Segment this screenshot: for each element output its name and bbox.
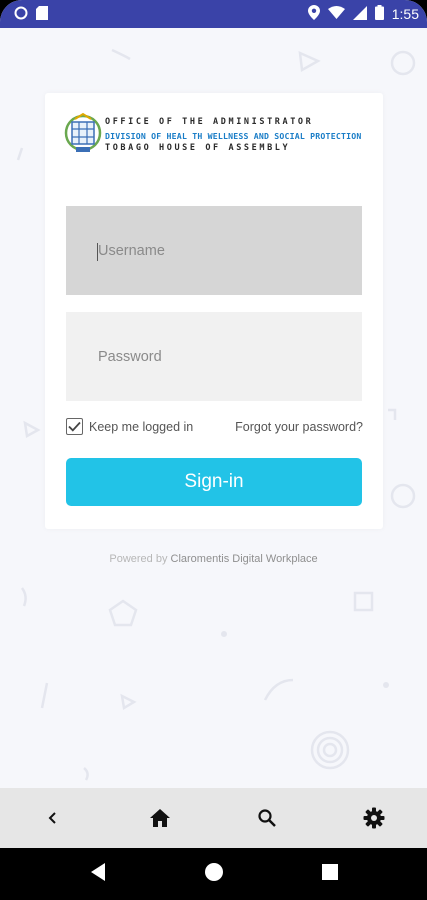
system-home-button[interactable] — [204, 862, 224, 887]
logo-line-assembly: TOBAGO HOUSE OF ASSEMBLY — [105, 143, 291, 153]
login-screen: 1:55 OFFICE OF THE ADMINISTRATOR DIVISIO… — [0, 0, 427, 900]
search-icon — [258, 809, 276, 827]
keep-logged-in-checkbox[interactable] — [66, 418, 83, 435]
system-navigation-bar — [0, 848, 427, 900]
back-triangle-icon — [90, 862, 105, 881]
logo-line-division: DIVISION OF HEAL TH WELLNESS AND SOCIAL … — [105, 131, 362, 141]
settings-icon — [363, 807, 385, 829]
circle-notification-icon — [14, 6, 28, 23]
text-cursor — [97, 243, 98, 261]
keep-logged-in-label: Keep me logged in — [89, 419, 194, 434]
back-icon — [48, 812, 57, 824]
username-input[interactable] — [66, 206, 362, 295]
back-button[interactable] — [33, 798, 73, 838]
system-recents-button[interactable] — [321, 863, 339, 886]
login-card: OFFICE OF THE ADMINISTRATOR DIVISION OF … — [45, 93, 383, 529]
forgot-password-link[interactable]: Forgot your password? — [235, 420, 363, 434]
search-button[interactable] — [247, 798, 287, 838]
settings-button[interactable] — [354, 798, 394, 838]
password-input[interactable] — [66, 312, 362, 401]
sd-card-icon — [36, 5, 48, 23]
home-circle-icon — [204, 862, 223, 881]
status-bar: 1:55 — [0, 0, 427, 28]
powered-by-prefix: Powered by — [109, 553, 168, 565]
system-back-button[interactable] — [89, 862, 107, 887]
bottom-navigation-bar — [0, 788, 427, 848]
crest-icon — [64, 112, 102, 152]
status-time: 1:55 — [391, 6, 419, 22]
signal-icon — [352, 5, 367, 23]
sign-in-button[interactable]: Sign-in — [66, 458, 362, 506]
organization-logo: OFFICE OF THE ADMINISTRATOR DIVISION OF … — [63, 111, 363, 161]
home-icon — [150, 809, 171, 827]
keep-logged-in-option[interactable]: Keep me logged in — [66, 418, 193, 435]
battery-icon — [374, 5, 384, 23]
location-icon — [307, 5, 320, 23]
powered-by-link[interactable]: Claromentis Digital Workplace — [171, 553, 318, 565]
home-button[interactable] — [140, 798, 180, 838]
recents-square-icon — [321, 863, 338, 880]
logo-line-office: OFFICE OF THE ADMINISTRATOR — [105, 117, 314, 127]
powered-by-footer: Powered by Claromentis Digital Workplace — [0, 553, 427, 565]
checkmark-icon — [68, 421, 81, 432]
wifi-icon — [327, 6, 345, 22]
